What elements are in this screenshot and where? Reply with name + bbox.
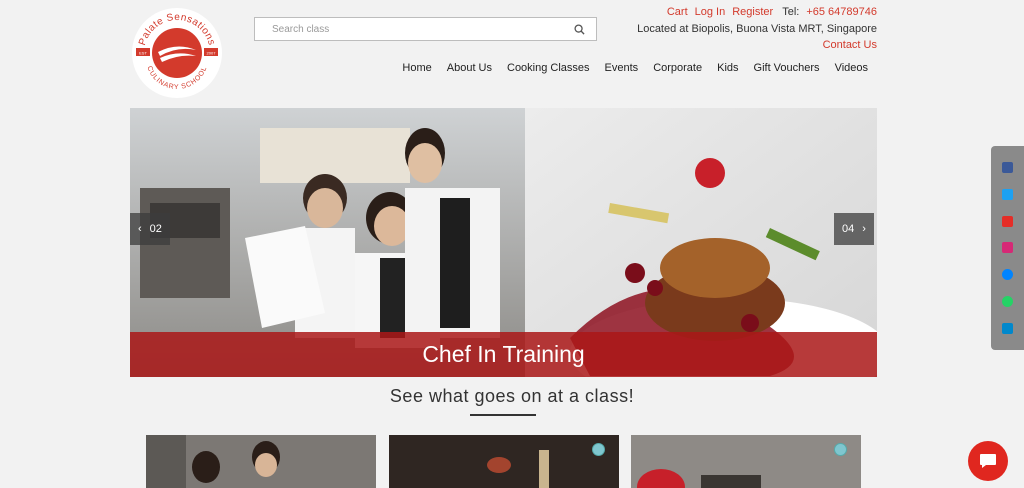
title-underline: [470, 414, 536, 416]
video-card-1[interactable]: [146, 435, 376, 488]
twitter-icon[interactable]: [1002, 188, 1013, 200]
slider-next-label: 04: [842, 223, 855, 235]
instagram-icon[interactable]: [1002, 242, 1013, 254]
nav-events[interactable]: Events: [605, 62, 639, 74]
cart-link[interactable]: Cart: [667, 6, 688, 20]
search-box: [254, 17, 597, 41]
close-icon[interactable]: [592, 443, 605, 456]
close-icon[interactable]: [834, 443, 847, 456]
nav-gift-vouchers[interactable]: Gift Vouchers: [754, 62, 820, 74]
chat-icon: [980, 454, 996, 468]
top-links: Cart Log In Register Tel: +65 64789746: [667, 6, 877, 20]
nav-kids[interactable]: Kids: [717, 62, 738, 74]
hero-slider[interactable]: Chef In Training: [130, 108, 877, 377]
slider-prev-label: 02: [149, 223, 162, 235]
slider-prev-button[interactable]: ‹ 02: [130, 213, 170, 245]
chevron-right-icon: ›: [862, 223, 866, 235]
video-card-3[interactable]: [631, 435, 861, 488]
video-thumbnail-1: [146, 435, 376, 488]
nav-cooking-classes[interactable]: Cooking Classes: [507, 62, 590, 74]
facebook-icon[interactable]: [1002, 161, 1013, 173]
hero-caption: Chef In Training: [130, 332, 877, 377]
tel-number[interactable]: +65 64789746: [806, 6, 877, 20]
logo-year: 2007: [207, 51, 217, 56]
slider-next-button[interactable]: 04 ›: [834, 213, 874, 245]
social-sidebar: [991, 146, 1024, 350]
nav-about-us[interactable]: About Us: [447, 62, 492, 74]
search-icon[interactable]: [572, 22, 586, 36]
tel-label: Tel:: [782, 6, 800, 18]
logo[interactable]: EST 2007 Palate Sensations CULINARY SCHO…: [130, 6, 224, 100]
nav-videos[interactable]: Videos: [835, 62, 868, 74]
logo-est: EST: [139, 51, 147, 56]
section-title: See what goes on at a class!: [389, 386, 635, 406]
nav-corporate[interactable]: Corporate: [653, 62, 702, 74]
search-input[interactable]: [272, 23, 572, 35]
login-link[interactable]: Log In: [695, 6, 726, 20]
video-card-2[interactable]: [389, 435, 619, 488]
messenger-icon[interactable]: [1002, 269, 1013, 281]
chat-button[interactable]: [968, 441, 1008, 481]
nav-home[interactable]: Home: [402, 62, 431, 74]
telegram-icon[interactable]: [1002, 322, 1013, 334]
youtube-icon[interactable]: [1002, 215, 1013, 227]
whatsapp-icon[interactable]: [1002, 296, 1013, 308]
video-thumbnail-2: [389, 435, 619, 488]
chevron-left-icon: ‹: [138, 223, 142, 235]
video-thumbnail-3: [631, 435, 861, 488]
register-link[interactable]: Register: [732, 6, 773, 20]
contact-link[interactable]: Contact Us: [823, 39, 877, 51]
location-text: Located at Biopolis, Buona Vista MRT, Si…: [637, 23, 877, 35]
main-nav: Home About Us Cooking Classes Events Cor…: [402, 62, 868, 74]
